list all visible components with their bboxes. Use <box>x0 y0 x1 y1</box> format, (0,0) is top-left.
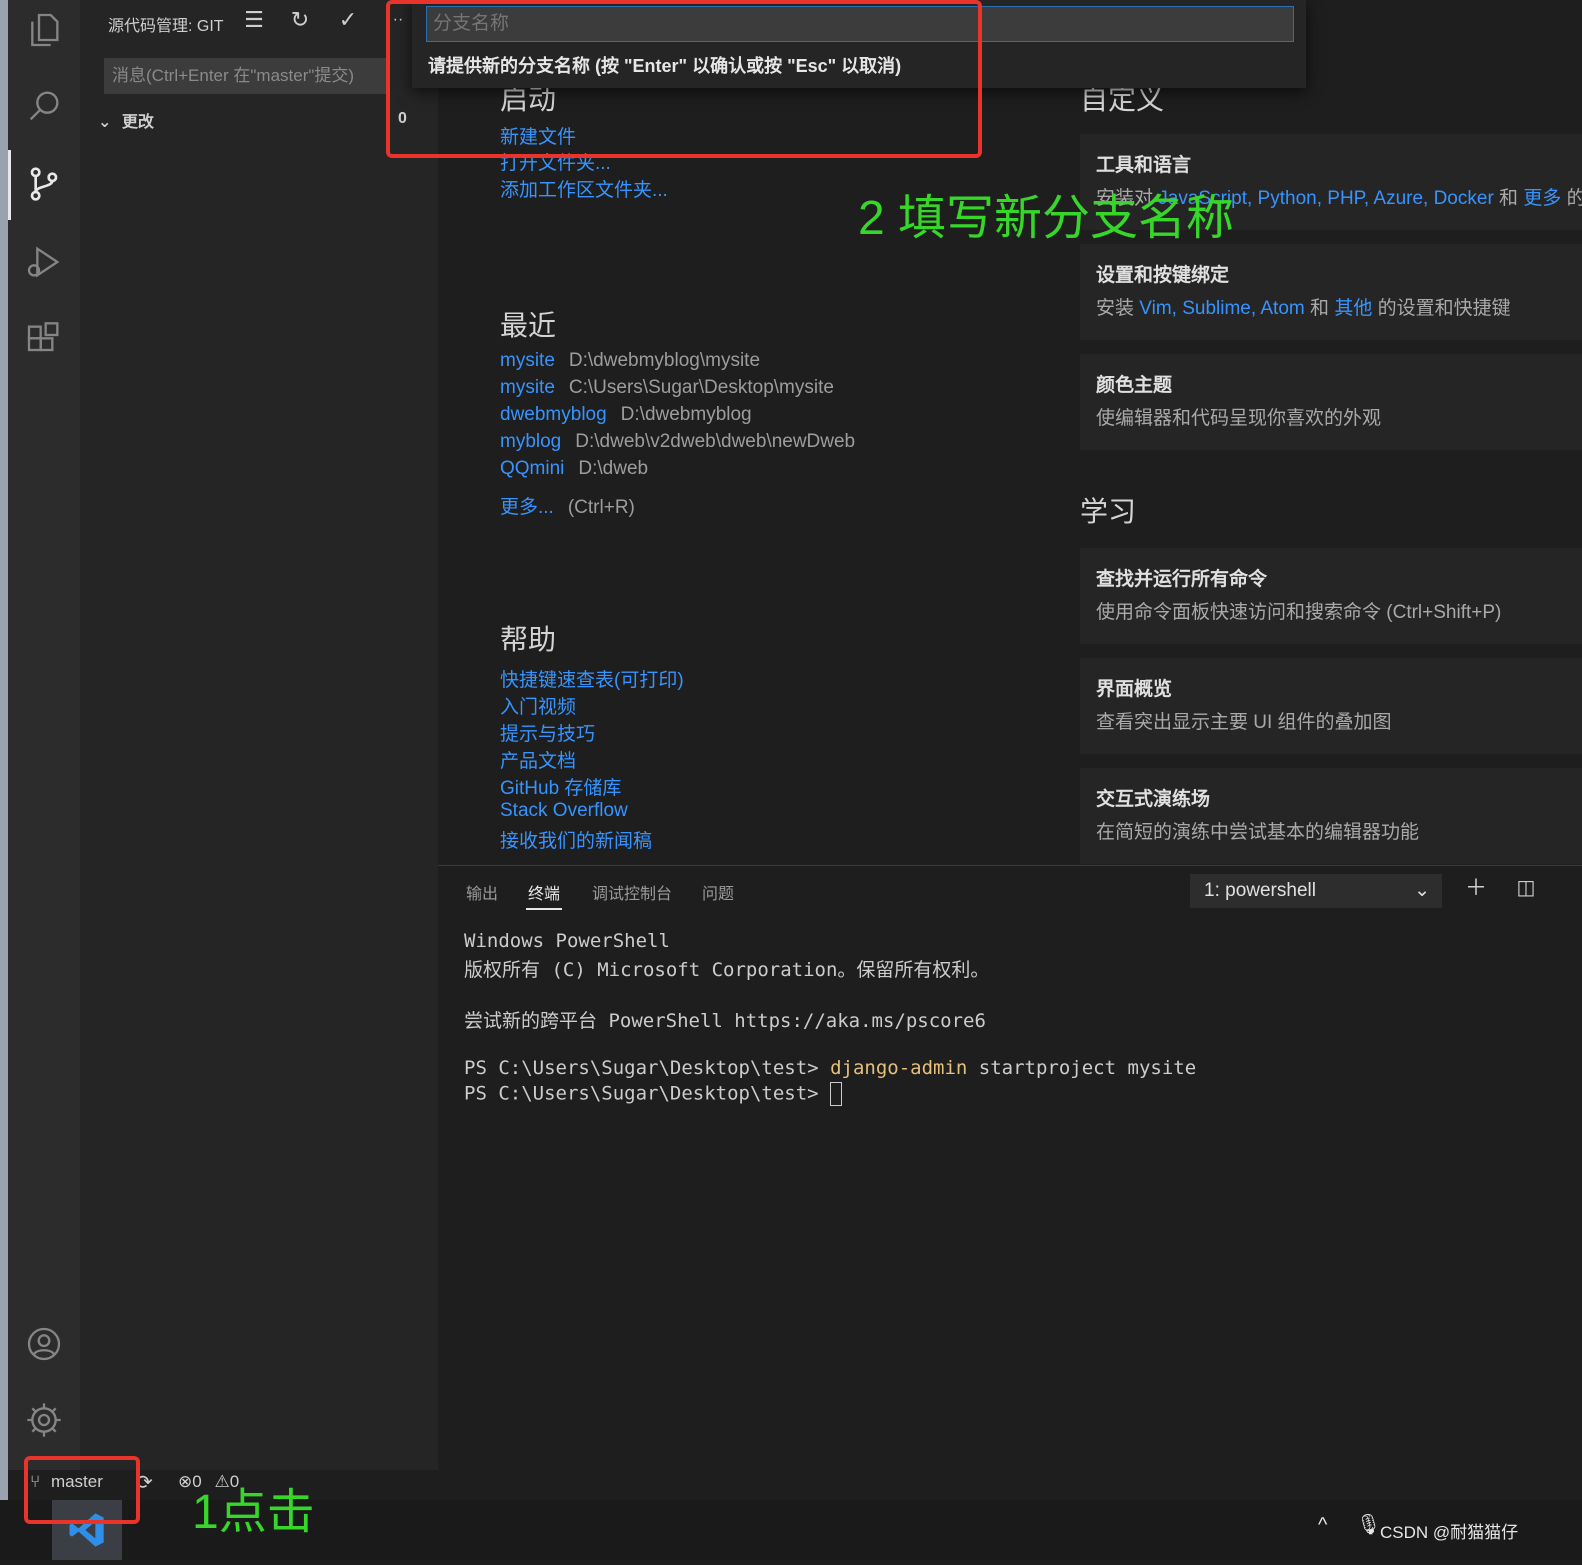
more-recent-link[interactable]: 更多... (Ctrl+R) <box>500 492 635 519</box>
tab-terminal[interactable]: 终端 <box>528 880 560 904</box>
card-desc: 安装 Vim, Sublime, Atom 和 其他 的设置和快捷键 <box>1096 298 1511 319</box>
tab-debug-console[interactable]: 调试控制台 <box>592 880 672 904</box>
add-workspace-folder-link[interactable]: 添加工作区文件夹... <box>500 175 668 202</box>
recent-item[interactable]: myblog D:\dweb\v2dweb\dweb\newDweb <box>500 431 855 453</box>
microphone-icon[interactable]: 🎙 <box>1356 1512 1381 1537</box>
changes-label: 更改 <box>121 114 154 131</box>
recent-item[interactable]: QQmini D:\dweb <box>500 458 648 480</box>
card-desc: 在简短的演练中尝试基本的编辑器功能 <box>1096 822 1420 843</box>
terminal-select[interactable]: 1: powershell ⌄ <box>1190 874 1442 908</box>
recent-item[interactable]: mysite D:\dwebmyblog\mysite <box>500 350 760 372</box>
card-desc: 使编辑器和代码呈现你喜欢的外观 <box>1096 408 1382 429</box>
github-repo-link[interactable]: GitHub 存储库 <box>500 773 621 800</box>
tray-expand-icon[interactable]: ^ <box>1318 1514 1327 1537</box>
commit-check-icon[interactable]: ✓ <box>336 8 360 32</box>
split-terminal-icon[interactable]: ◫ <box>1514 876 1538 900</box>
terminal-select-value: 1: powershell <box>1204 880 1316 901</box>
active-view-indicator <box>8 150 11 220</box>
tray-watermark: CSDN @耐猫猫仔 <box>1380 1523 1519 1542</box>
view-as-tree-icon[interactable]: ☰ <box>242 8 266 32</box>
card-title: 交互式演练场 <box>1096 789 1211 810</box>
refresh-icon[interactable]: ↻ <box>288 8 312 32</box>
account-icon[interactable] <box>24 1324 64 1364</box>
recent-heading: 最近 <box>500 310 557 341</box>
help-heading: 帮助 <box>500 624 557 655</box>
intro-videos-link[interactable]: 入门视频 <box>500 692 576 719</box>
commit-message-input[interactable]: 消息(Ctrl+Enter 在"master"提交) <box>104 58 386 94</box>
chevron-down-icon: ⌄ <box>98 114 112 131</box>
gear-icon[interactable] <box>24 1400 64 1440</box>
explorer-icon[interactable] <box>24 10 64 50</box>
run-debug-icon[interactable] <box>24 242 64 282</box>
annotation-step1: 1点击 <box>192 1486 315 1539</box>
chevron-down-icon: ⌄ <box>1414 880 1430 901</box>
interactive-playground-card[interactable]: 交互式演练场 在简短的演练中尝试基本的编辑器功能 <box>1080 768 1582 864</box>
source-control-icon[interactable] <box>24 164 64 204</box>
tab-problems[interactable]: 问题 <box>702 880 734 904</box>
annotation-step2: 2 填写新分支名称 <box>858 192 1235 245</box>
card-title: 工具和语言 <box>1096 155 1192 176</box>
annotation-box-status-branch <box>24 1456 140 1524</box>
find-run-commands-card[interactable]: 查找并运行所有命令 使用命令面板快速访问和搜索命令 (Ctrl+Shift+P) <box>1080 548 1582 644</box>
card-desc: 查看突出显示主要 UI 组件的叠加图 <box>1096 712 1392 733</box>
terminal-cursor <box>830 1082 843 1106</box>
active-tab-underline <box>526 908 562 910</box>
error-icon: ⊗ <box>178 1472 193 1491</box>
tips-tricks-link[interactable]: 提示与技巧 <box>500 719 595 746</box>
recent-item[interactable]: mysite C:\Users\Sugar\Desktop\mysite <box>500 377 834 399</box>
card-title: 查找并运行所有命令 <box>1096 569 1268 590</box>
terminal-line: Windows PowerShell <box>464 930 670 952</box>
color-theme-card[interactable]: 颜色主题 使编辑器和代码呈现你喜欢的外观 <box>1080 354 1582 450</box>
stack-overflow-link[interactable]: Stack Overflow <box>500 800 628 822</box>
tab-output[interactable]: 输出 <box>466 880 498 904</box>
changes-group[interactable]: ⌄ 更改 <box>98 108 154 132</box>
terminal-command-line: PS C:\Users\Sugar\Desktop\test> django-a… <box>464 1057 1197 1079</box>
card-title: 设置和按键绑定 <box>1096 265 1230 286</box>
settings-keybindings-card[interactable]: 设置和按键绑定 安装 Vim, Sublime, Atom 和 其他 的设置和快… <box>1080 244 1582 340</box>
activity-bar <box>8 0 80 1500</box>
terminal-prompt-line[interactable]: PS C:\Users\Sugar\Desktop\test> <box>464 1082 843 1106</box>
keyboard-cheatsheet-link[interactable]: 快捷键速查表(可打印) <box>500 665 684 692</box>
interface-overview-card[interactable]: 界面概览 查看突出显示主要 UI 组件的叠加图 <box>1080 658 1582 754</box>
product-docs-link[interactable]: 产品文档 <box>500 746 576 773</box>
terminal-line: 尝试新的跨平台 PowerShell https://aka.ms/pscore… <box>464 1010 986 1032</box>
learn-heading: 学习 <box>1080 496 1137 527</box>
extensions-icon[interactable] <box>24 320 64 360</box>
card-title: 界面概览 <box>1096 679 1173 700</box>
terminal-line: 版权所有 (C) Microsoft Corporation。保留所有权利。 <box>464 959 990 981</box>
card-desc: 使用命令面板快速访问和搜索命令 (Ctrl+Shift+P) <box>1096 602 1502 623</box>
annotation-box-branch-input <box>386 0 982 158</box>
newsletter-link[interactable]: 接收我们的新闻稿 <box>500 826 652 853</box>
desktop-edge <box>0 0 8 1560</box>
scm-sidebar <box>80 0 438 1470</box>
recent-item[interactable]: dwebmyblog D:\dwebmyblog <box>500 404 752 426</box>
search-icon[interactable] <box>24 86 64 126</box>
scm-title: 源代码管理: GIT <box>108 18 224 35</box>
new-terminal-icon[interactable]: ＋ <box>1464 876 1488 900</box>
card-title: 颜色主题 <box>1096 375 1173 396</box>
